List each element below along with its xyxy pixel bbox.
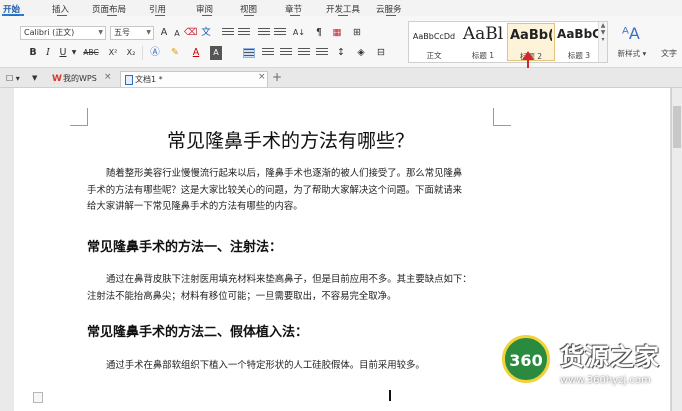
font-color-icon[interactable]: A — [190, 46, 202, 60]
distribute-icon[interactable] — [316, 48, 328, 58]
watermark-logo: 360 — [502, 335, 550, 383]
char-shading-icon[interactable]: A — [210, 46, 222, 60]
style-sample: AaBb( — [510, 28, 552, 43]
underline-button[interactable]: U — [58, 46, 68, 60]
tab-document-1[interactable]: 文档1 * — [120, 71, 268, 87]
chevron-down-icon[interactable]: ▼ — [70, 46, 78, 60]
shrink-font-button[interactable]: A — [172, 27, 182, 41]
clear-format-icon[interactable]: ⌫ — [184, 26, 197, 40]
chevron-down-icon: ▼ — [146, 29, 151, 36]
pinyin-guide-icon[interactable]: 文 — [200, 26, 212, 40]
numbered-list-icon[interactable] — [238, 28, 250, 38]
text-tools-label[interactable]: 文字 — [661, 48, 677, 59]
show-marks-icon[interactable]: ¶ — [312, 26, 326, 40]
align-right-icon[interactable] — [280, 48, 292, 58]
intro-paragraph: 随着整形美容行业慢慢流行起来以后，隆鼻手术也逐渐的被人们接受了。那么常见隆鼻 手… — [87, 166, 495, 216]
chevron-down-icon: ▼ — [98, 29, 103, 36]
tab-label: 我的WPS — [63, 74, 97, 83]
text-line: 通过手术在鼻部软组织下植入一个特定形状的人工硅胶假体。目前采用较多。 — [106, 360, 425, 371]
tab-label: 文档1 * — [135, 75, 163, 84]
italic-button[interactable]: I — [44, 46, 52, 60]
method-1-paragraph: 通过在鼻背皮肤下注射医用填充材料来垫高鼻子，但是目前应用不多。其主要缺点如下： … — [87, 272, 495, 305]
margin-corner-mark — [70, 108, 88, 126]
shading-icon[interactable]: ◈ — [354, 46, 368, 60]
new-style-button[interactable]: ᴬA 新样式 ▾ — [612, 22, 652, 62]
scroll-thumb[interactable] — [673, 106, 681, 148]
ribbon-tab-bar: 开始 插入 页面布局 引用 审阅 视图 章节 开发工具 云服务 — [0, 0, 682, 16]
font-name-select[interactable]: Calibri (正文) ▼ — [20, 26, 106, 40]
divider — [142, 46, 143, 60]
margin-corner-mark — [493, 108, 511, 126]
font-size-value: 五号 — [114, 28, 130, 37]
grow-font-button[interactable]: A — [158, 26, 170, 40]
tab-my-wps[interactable]: W我的WPS — [48, 71, 101, 87]
watermark: 360 货源之家 www.360hyzj.com — [502, 327, 682, 411]
align-center-icon[interactable] — [262, 48, 274, 58]
tab-insert[interactable]: 插入 — [52, 3, 69, 15]
line-spacing-icon[interactable]: ↕ — [334, 46, 348, 60]
align-left-icon[interactable] — [243, 48, 255, 58]
bullet-list-icon[interactable] — [222, 28, 234, 38]
superscript-button[interactable]: X² — [106, 46, 120, 60]
style-name: 标题 1 — [471, 51, 495, 60]
style-gallery: AaBbCcDd 正文 AaBl 标题 1 AaBb( 标题 2 AaBbC 标… — [408, 21, 608, 63]
tab-developer[interactable]: 开发工具 — [326, 3, 360, 15]
style-normal[interactable]: AaBbCcDd 正文 — [410, 23, 458, 61]
subscript-button[interactable]: X₂ — [124, 46, 138, 60]
new-style-label: 新样式 ▾ — [617, 49, 647, 58]
style-sample: AaBbCcDd — [412, 32, 456, 41]
tab-review[interactable]: 审阅 — [196, 3, 213, 15]
tab-view[interactable]: 视图 — [240, 3, 257, 15]
text-line: 手术的方法有哪些呢？这是大家比较关心的问题，为了帮助大家解决这个问题。下面就请来 — [87, 184, 463, 196]
text-line: 通过在鼻背皮肤下注射医用填充材料来垫高鼻子，但是目前应用不多。其主要缺点如下： — [106, 274, 472, 285]
chinese-layout-icon[interactable]: ⊞ — [350, 26, 364, 40]
justify-icon[interactable] — [298, 48, 310, 58]
tab-chapter[interactable]: 章节 — [285, 3, 302, 15]
gallery-scroll[interactable]: ▲ ▼ ▾ — [598, 22, 607, 62]
document-title: 常见隆鼻手术的方法有哪些？ — [166, 130, 414, 152]
close-icon[interactable]: × — [104, 72, 112, 82]
style-sample: AaBbC — [557, 27, 601, 41]
strikethrough-button[interactable]: ABC — [82, 46, 100, 60]
chevron-down-icon[interactable]: ▼ — [32, 71, 37, 87]
table-icon[interactable]: ▦ — [330, 26, 344, 40]
highlight-icon[interactable]: ✎ — [168, 46, 182, 60]
heading-method-1: 常见隆鼻手术的方法一、注射法： — [87, 240, 283, 255]
new-tab-icon[interactable]: + — [272, 70, 282, 84]
tab-cloud[interactable]: 云服务 — [376, 3, 402, 15]
style-name: 正文 — [426, 51, 442, 60]
watermark-text: 货源之家 — [560, 343, 660, 371]
text-effect-icon[interactable]: Ⓐ — [148, 46, 162, 60]
heading-method-2: 常见隆鼻手术的方法二、假体植入法： — [87, 325, 309, 340]
watermark-url: www.360hyzj.com — [560, 375, 651, 386]
style-name: 标题 3 — [567, 51, 591, 60]
method-2-paragraph: 通过手术在鼻部软组织下植入一个特定形状的人工硅胶假体。目前采用较多。 — [87, 358, 495, 375]
text-line: 给大家讲解一下常见隆鼻手术的方法有哪些的内容。 — [87, 201, 303, 212]
style-heading-1[interactable]: AaBl 标题 1 — [459, 23, 507, 61]
increase-indent-icon[interactable] — [274, 28, 286, 38]
document-icon — [125, 74, 133, 85]
tab-list-icon[interactable]: ☐ ▾ — [6, 71, 20, 87]
ribbon-home: Calibri (正文) ▼ 五号 ▼ A A ⌫ 文 A↓ ¶ ▦ ⊞ B I U… — [0, 16, 682, 68]
decrease-indent-icon[interactable] — [258, 28, 270, 38]
tab-references[interactable]: 引用 — [149, 3, 166, 15]
style-heading-3[interactable]: AaBbC 标题 3 — [555, 23, 603, 61]
sort-icon[interactable]: A↓ — [292, 26, 306, 40]
document-tab-bar: ☐ ▾ ▼ W我的WPS × 文档1 * × + — [0, 68, 682, 88]
page-icon[interactable] — [33, 392, 43, 403]
text-line: 随着整形美容行业慢慢流行起来以后，隆鼻手术也逐渐的被人们接受了。那么常见隆鼻 — [106, 168, 463, 179]
close-icon[interactable]: × — [258, 72, 266, 82]
font-size-select[interactable]: 五号 ▼ — [110, 26, 154, 40]
bold-button[interactable]: B — [28, 46, 38, 60]
font-name-value: Calibri (正文) — [24, 28, 75, 37]
tab-page-layout[interactable]: 页面布局 — [92, 3, 126, 15]
style-sample: AaBl — [462, 24, 504, 44]
text-cursor — [389, 390, 391, 401]
text-line: 注射法不能抬高鼻尖；材料有移位可能；一旦需要取出，不容易完全取净。 — [87, 290, 397, 302]
borders-icon[interactable]: ⊟ — [374, 46, 388, 60]
new-style-icon: ᴬA — [622, 24, 640, 43]
wps-logo-icon: W — [52, 73, 62, 84]
